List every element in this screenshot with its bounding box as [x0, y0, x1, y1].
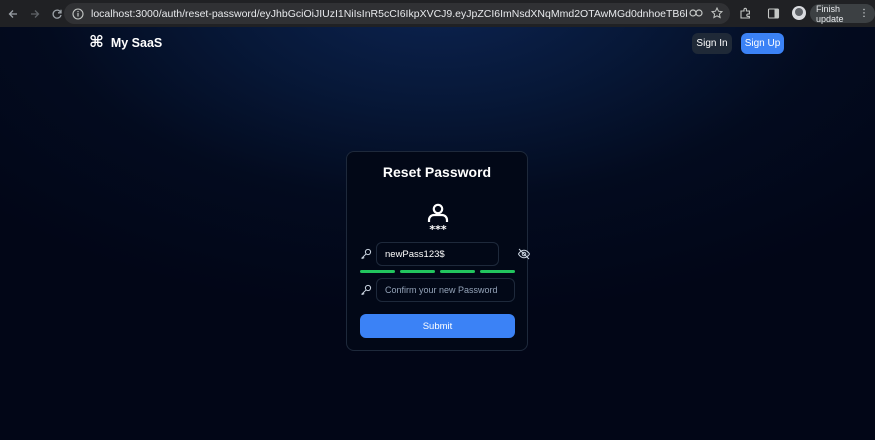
reset-password-card: Reset Password *** newPass123$ Confirm y…: [346, 151, 531, 351]
confirm-password-input[interactable]: Confirm your new Password: [376, 278, 515, 302]
card-title: Reset Password: [382, 164, 492, 180]
submit-button[interactable]: Submit: [360, 314, 515, 338]
finish-update-label: Finish update: [816, 3, 844, 24]
user-password-icon: ***: [427, 203, 449, 233]
browser-toolbar: localhost:3000/auth/reset-password/eyJhb…: [0, 0, 875, 27]
brand-name: My SaaS: [110, 36, 163, 50]
side-panel-icon[interactable]: [764, 4, 782, 22]
new-password-input[interactable]: newPass123$: [376, 242, 499, 266]
strength-segment: [440, 270, 475, 273]
command-logo-icon: ⌘: [89, 34, 104, 51]
strength-segment: [480, 270, 515, 273]
page: ⌘ My SaaS Sign In Sign Up Reset Password…: [0, 27, 875, 440]
url-text[interactable]: localhost:3000/auth/reset-password/eyJhb…: [91, 8, 687, 20]
eye-off-icon[interactable]: [517, 247, 531, 261]
site-header: ⌘ My SaaS Sign In Sign Up: [0, 27, 875, 61]
profile-avatar[interactable]: [792, 6, 806, 20]
brand[interactable]: ⌘ My SaaS: [89, 35, 162, 51]
new-password-row: newPass123$: [360, 242, 531, 266]
sign-up-button[interactable]: Sign Up: [741, 33, 784, 54]
key-icon: [361, 248, 372, 260]
key-icon: [361, 284, 372, 296]
site-info-icon[interactable]: [71, 7, 85, 21]
forward-arrow-icon[interactable]: [24, 3, 46, 25]
strength-segment: [400, 270, 435, 273]
address-bar[interactable]: localhost:3000/auth/reset-password/eyJhb…: [64, 3, 730, 24]
password-key-icon[interactable]: [689, 6, 703, 20]
strength-segment: [360, 270, 395, 273]
back-arrow-icon[interactable]: [2, 3, 24, 25]
extensions-puzzle-icon[interactable]: [736, 4, 754, 22]
sign-in-button[interactable]: Sign In: [692, 33, 732, 54]
password-strength-meter: [360, 270, 515, 273]
more-menu-icon: ⋮: [859, 8, 869, 19]
svg-text:***: ***: [429, 223, 447, 233]
bookmark-star-icon[interactable]: [710, 6, 724, 20]
confirm-password-row: Confirm your new Password: [360, 278, 516, 302]
finish-update-button[interactable]: Finish update ⋮: [810, 3, 875, 24]
